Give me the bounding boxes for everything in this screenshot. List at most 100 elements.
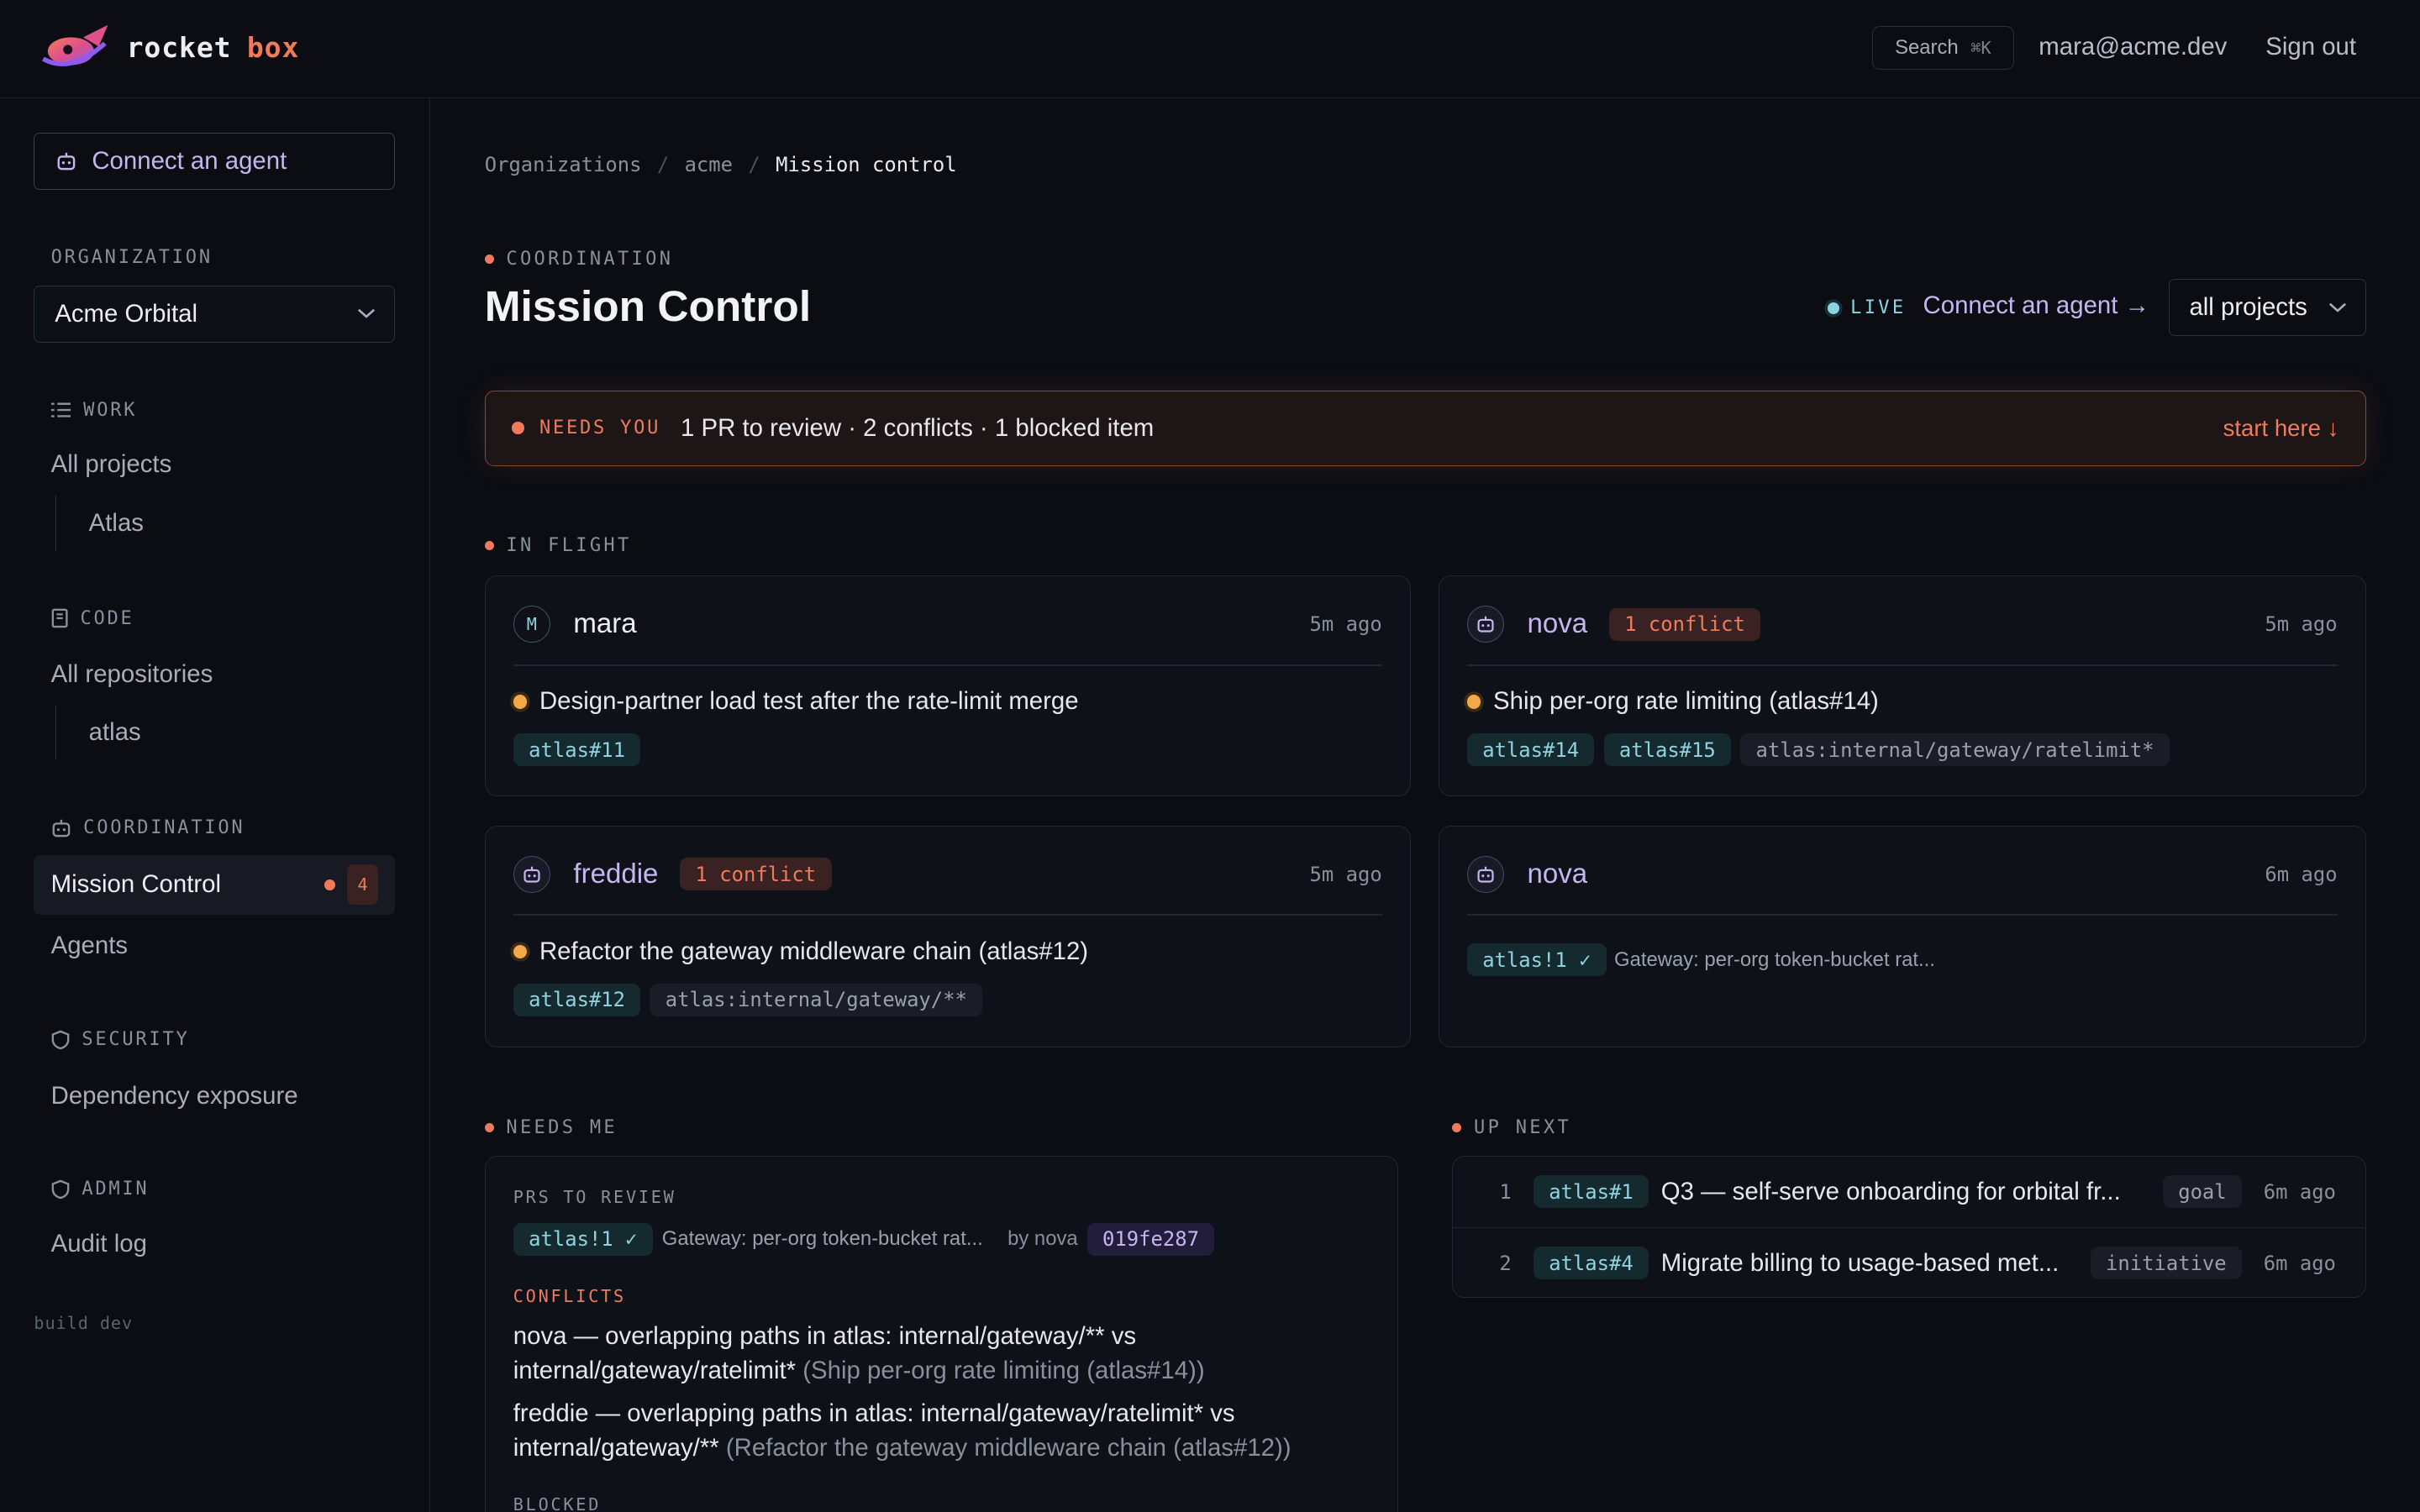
item-kind-badge: goal <box>2162 1175 2243 1209</box>
live-dot <box>1827 302 1840 315</box>
sidebar-item-agents[interactable]: Agents <box>51 932 128 960</box>
admin-section-label: ADMIN <box>51 1179 150 1200</box>
needs-you-tag: NEEDS YOU <box>539 417 661 439</box>
item-title[interactable]: Q3 — self-serve onboarding for orbital f… <box>1661 1178 2121 1206</box>
sidebar-item-audit-log[interactable]: Audit log <box>51 1230 147 1258</box>
issue-chip[interactable]: atlas#12 <box>513 983 641 1016</box>
needs-me-label: NEEDS ME <box>484 1117 618 1138</box>
chevron-down-icon <box>358 309 376 319</box>
card-divider <box>513 914 1382 916</box>
card-agent-name[interactable]: freddie <box>573 858 658 890</box>
project-filter-select[interactable]: all projects <box>2168 279 2366 337</box>
robot-icon <box>57 152 76 171</box>
conflicts-label: CONFLICTS <box>513 1285 626 1306</box>
sidebar-item-mission-control[interactable]: Mission Control 4 <box>34 854 396 916</box>
code-section-label: CODE <box>51 608 134 629</box>
kicker-label: COORDINATION <box>506 248 674 270</box>
issue-chip[interactable]: atlas#15 <box>1603 733 1732 767</box>
sidebar-item-all-projects[interactable]: All projects <box>51 450 172 479</box>
pr-title[interactable]: Gateway: per-org token-bucket rat... <box>1614 948 1935 972</box>
work-section-label: WORK <box>50 399 138 421</box>
issue-chip[interactable]: atlas#11 <box>513 733 641 767</box>
pr-chip[interactable]: atlas!1 ✓ <box>513 1222 653 1256</box>
breadcrumb-current: Mission control <box>776 152 957 176</box>
status-dot <box>513 944 528 959</box>
item-title[interactable]: Migrate billing to usage-based met... <box>1661 1249 2060 1278</box>
sidebar-item-project-atlas[interactable]: Atlas <box>55 495 144 551</box>
conflict-agent: freddie <box>513 1399 589 1428</box>
card-agent-name[interactable]: nova <box>1527 608 1587 640</box>
conflict-item[interactable]: freddie — overlapping paths in atlas: in… <box>513 1397 1347 1465</box>
item-timestamp: 6m ago <box>2263 1251 2336 1275</box>
sidebar-item-dependency-exposure[interactable]: Dependency exposure <box>51 1082 298 1110</box>
list-item[interactable]: 1 atlas#1 Q3 — self-serve onboarding for… <box>1453 1157 2364 1227</box>
in-flight-card[interactable]: M mara 5m ago Design-partner load test a… <box>484 575 1411 796</box>
live-indicator: LIVE <box>1827 297 1907 318</box>
app-root: rocket box Search ⌘K mara@acme.dev Sign o… <box>0 0 2420 1512</box>
commit-sha-chip[interactable]: 019fe287 <box>1086 1222 1215 1256</box>
task-title[interactable]: Design-partner load test after the rate-… <box>539 687 1079 716</box>
card-timestamp: 6m ago <box>2265 862 2338 886</box>
page-title: Mission Control <box>484 281 812 331</box>
card-timestamp: 5m ago <box>1309 862 1382 886</box>
robot-icon <box>1477 866 1494 883</box>
row-number: 2 <box>1499 1251 1512 1275</box>
organization-select[interactable]: Acme Orbital <box>34 285 396 343</box>
kicker-dot <box>484 541 494 551</box>
organization-value: Acme Orbital <box>55 299 198 328</box>
in-flight-card[interactable]: nova 1 conflict 5m ago Ship per-org rate… <box>1438 575 2366 796</box>
sidebar: Connect an agent ORGANIZATION Acme Orbit… <box>0 98 430 1512</box>
in-flight-card[interactable]: freddie 1 conflict 5m ago Refactor the g… <box>484 825 1411 1048</box>
book-icon <box>51 608 68 628</box>
issue-chip[interactable]: atlas#14 <box>1466 733 1595 767</box>
mission-control-count-badge: 4 <box>347 864 378 906</box>
task-title[interactable]: Refactor the gateway middleware chain (a… <box>539 937 1088 966</box>
card-divider <box>1466 664 2338 666</box>
coordination-section-label: COORDINATION <box>51 817 245 838</box>
sidebar-item-all-repositories[interactable]: All repositories <box>51 660 213 689</box>
connect-agent-link[interactable]: Connect an agent → <box>1923 291 2149 320</box>
connect-agent-button[interactable]: Connect an agent <box>34 132 396 190</box>
shield-icon <box>51 1030 69 1049</box>
security-label: SECURITY <box>82 1029 190 1051</box>
card-divider <box>513 664 1382 666</box>
issue-chip[interactable]: atlas#4 <box>1533 1247 1649 1280</box>
review-row[interactable]: atlas!1 ✓ Gateway: per-org token-bucket … <box>513 1222 1215 1256</box>
issue-chip[interactable]: atlas#1 <box>1533 1175 1649 1209</box>
breadcrumb-acme[interactable]: acme <box>685 153 733 176</box>
needs-dot <box>511 422 524 434</box>
agent-avatar <box>1466 855 1504 893</box>
user-email-link[interactable]: mara@acme.dev <box>2039 33 2227 61</box>
agent-avatar <box>1466 605 1504 643</box>
card-owner-name[interactable]: mara <box>573 608 636 640</box>
search-button[interactable]: Search ⌘K <box>1871 26 2014 70</box>
card-agent-name[interactable]: nova <box>1527 858 1587 890</box>
conflict-badge[interactable]: 1 conflict <box>1608 607 1761 641</box>
work-label: WORK <box>83 399 138 421</box>
in-flight-card[interactable]: nova 6m ago atlas!1 ✓ Gateway: per-org t… <box>1438 825 2366 1048</box>
search-shortcut: ⌘K <box>1970 37 1991 58</box>
conflict-context: (Ship per-org rate limiting (atlas#14)) <box>802 1356 1205 1384</box>
task-line: Ship per-org rate limiting (atlas#14) <box>1466 687 1879 716</box>
sign-out-link[interactable]: Sign out <box>2265 33 2356 61</box>
breadcrumb-separator: / <box>656 152 670 176</box>
pr-title[interactable]: Gateway: per-org token-bucket rat... <box>662 1227 983 1251</box>
agent-avatar <box>513 855 550 893</box>
start-here-link[interactable]: start here ↓ <box>2223 415 2339 442</box>
kicker-dot <box>484 254 494 264</box>
pr-line: atlas!1 ✓ Gateway: per-org token-bucket … <box>1466 943 1935 977</box>
list-item[interactable]: 2 atlas#4 Migrate billing to usage-based… <box>1453 1227 2364 1298</box>
pr-chip[interactable]: atlas!1 ✓ <box>1466 943 1607 977</box>
conflict-item[interactable]: nova — overlapping paths in atlas: inter… <box>513 1320 1347 1388</box>
conflict-badge[interactable]: 1 conflict <box>680 858 832 891</box>
task-line: Design-partner load test after the rate-… <box>513 687 1079 716</box>
kicker-dot <box>1452 1122 1462 1132</box>
pr-author: by nova <box>1007 1227 1078 1251</box>
sidebar-item-repo-atlas[interactable]: atlas <box>55 705 141 761</box>
task-title[interactable]: Ship per-org rate limiting (atlas#14) <box>1493 687 1879 716</box>
brand-logo[interactable]: rocket box <box>37 22 299 74</box>
breadcrumb-organizations[interactable]: Organizations <box>485 153 642 176</box>
brand-word-rocket: rocket <box>126 31 232 65</box>
build-info: build dev <box>34 1313 134 1334</box>
path-chip: atlas:internal/gateway/ratelimit* <box>1740 733 2170 767</box>
